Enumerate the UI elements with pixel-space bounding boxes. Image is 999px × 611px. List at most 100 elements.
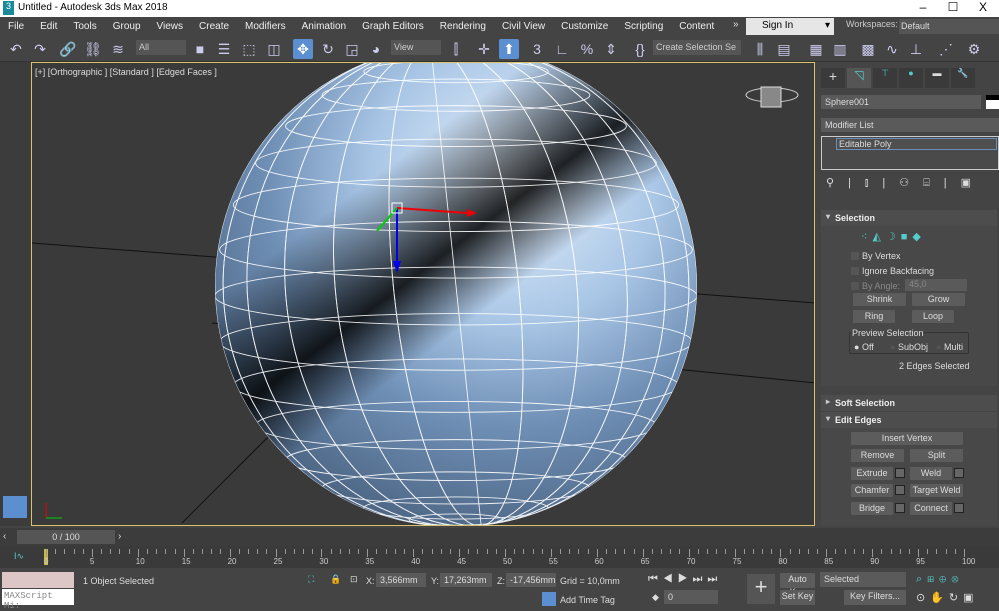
bridge-button[interactable]: Bridge: [851, 502, 893, 515]
select-manipulate-icon[interactable]: ✛: [474, 39, 494, 59]
select-move-icon[interactable]: ✥: [293, 39, 313, 59]
render-setup-icon[interactable]: ⚙: [964, 39, 984, 59]
display-tab-icon[interactable]: ▬: [925, 68, 949, 88]
connect-settings-button[interactable]: [954, 503, 964, 513]
mirror-icon[interactable]: ⫼: [750, 39, 770, 59]
add-time-tag-button[interactable]: Add Time Tag: [560, 595, 615, 605]
preview-multi-radio[interactable]: ● Multi: [936, 342, 963, 352]
menu-more[interactable]: »: [733, 19, 739, 30]
x-coordinate-field[interactable]: 3,566mm: [376, 573, 426, 587]
menu-edit[interactable]: Edit: [32, 21, 65, 32]
select-object-icon[interactable]: ■: [190, 39, 210, 59]
viewport-label[interactable]: [+] [Orthographic ] [Standard ] [Edged F…: [35, 67, 217, 77]
edit-named-selection-icon[interactable]: {}: [630, 39, 650, 59]
menu-customize[interactable]: Customize: [553, 21, 616, 32]
menu-file[interactable]: File: [0, 21, 32, 32]
rect-selection-icon[interactable]: ⬚: [239, 39, 259, 59]
target-weld-button[interactable]: Target Weld: [910, 484, 963, 497]
soft-selection-rollout-header[interactable]: Soft Selection: [821, 395, 997, 411]
workspaces-dropdown[interactable]: Default: [899, 19, 999, 34]
keyboard-shortcut-override-icon[interactable]: ⬆: [499, 39, 519, 59]
named-selection-dropdown[interactable]: Create Selection Se: [653, 40, 741, 55]
modify-tab-icon[interactable]: ◹: [847, 68, 871, 88]
select-scale-icon[interactable]: ◲: [342, 39, 362, 59]
selection-rollout-header[interactable]: Selection: [821, 210, 997, 226]
menu-scripting[interactable]: Scripting: [616, 21, 671, 32]
sign-in-button[interactable]: Sign In ▾: [746, 18, 834, 35]
dope-sheet-icon[interactable]: ⊥: [906, 39, 926, 59]
maxscript-listener[interactable]: [2, 572, 74, 588]
place-icon[interactable]: ◕: [366, 39, 386, 59]
window-crossing-icon[interactable]: ◫: [264, 39, 284, 59]
insert-vertex-button[interactable]: Insert Vertex: [851, 432, 963, 445]
time-slider[interactable]: 0 / 100: [17, 530, 115, 544]
hierarchy-tab-icon[interactable]: ⊤: [873, 68, 897, 88]
split-button[interactable]: Split: [910, 449, 963, 462]
unlink-icon[interactable]: ⛓: [83, 39, 103, 59]
close-button[interactable]: X: [968, 0, 998, 17]
next-frame-button[interactable]: ›: [118, 531, 121, 542]
bind-spacewarp-icon[interactable]: ≋: [108, 39, 128, 59]
subobject-level-icons[interactable]: ⁖◭☽■◆: [861, 230, 926, 243]
ring-button[interactable]: Ring: [853, 310, 895, 323]
selection-lock-icon[interactable]: 🔒: [330, 574, 341, 585]
extrude-button[interactable]: Extrude: [851, 467, 893, 480]
schematic-view-icon[interactable]: ⋰: [936, 39, 956, 59]
extrude-settings-button[interactable]: [895, 468, 905, 478]
stack-item-editable-poly[interactable]: Editable Poly: [836, 138, 997, 150]
maximize-button[interactable]: ☐: [938, 0, 968, 17]
viewport-navigation-controls-2[interactable]: ⊙✋↻▣: [916, 591, 979, 604]
toggle-ribbon-icon[interactable]: ▩: [858, 39, 878, 59]
stack-tools[interactable]: ⚲|⫾|⚇⌸|▣: [826, 176, 985, 190]
chamfer-button[interactable]: Chamfer: [851, 484, 893, 497]
reference-coord-dropdown[interactable]: View: [391, 40, 441, 55]
align-icon[interactable]: ▤: [774, 39, 794, 59]
ignore-backfacing-checkbox[interactable]: Ignore Backfacing: [851, 266, 934, 276]
bridge-settings-button[interactable]: [895, 503, 905, 513]
time-config-icon[interactable]: ◆: [652, 592, 659, 603]
y-coordinate-field[interactable]: 17,263mm: [440, 573, 492, 587]
menu-civil-view[interactable]: Civil View: [494, 21, 553, 32]
z-coordinate-field[interactable]: -17,456mm: [506, 573, 556, 587]
remove-button[interactable]: Remove: [851, 449, 904, 462]
playback-controls[interactable]: ⏮◀▶⏭⏭: [648, 573, 722, 586]
by-angle-spinner[interactable]: 45,0: [905, 279, 967, 291]
preview-subobj-radio[interactable]: ● SubObj: [890, 342, 928, 352]
link-icon[interactable]: 🔗: [58, 39, 78, 59]
selection-filter-dropdown[interactable]: All: [136, 40, 186, 55]
menu-animation[interactable]: Animation: [294, 21, 354, 32]
menu-tools[interactable]: Tools: [65, 21, 104, 32]
shrink-button[interactable]: Shrink: [853, 293, 906, 306]
object-color-swatch[interactable]: [986, 95, 999, 109]
menu-graph-editors[interactable]: Graph Editors: [354, 21, 432, 32]
key-mode-dropdown[interactable]: Selected: [820, 572, 906, 587]
weld-settings-button[interactable]: [954, 468, 964, 478]
grow-button[interactable]: Grow: [912, 293, 965, 306]
preview-off-radio[interactable]: ● Off: [854, 342, 874, 352]
motion-tab-icon[interactable]: ●: [899, 68, 923, 88]
set-key-large-button[interactable]: +: [747, 574, 775, 604]
menu-create[interactable]: Create: [191, 21, 237, 32]
edit-edges-rollout-header[interactable]: Edit Edges: [821, 412, 997, 428]
menu-rendering[interactable]: Rendering: [432, 21, 494, 32]
percent-snap-icon[interactable]: %: [577, 39, 597, 59]
viewport-layout-tab[interactable]: [3, 496, 27, 518]
absolute-mode-icon[interactable]: ⊡: [350, 574, 358, 585]
undo-icon[interactable]: ↶: [6, 39, 26, 59]
scene-explorer-icon[interactable]: ▦: [806, 39, 826, 59]
viewport-orthographic[interactable]: [+] [Orthographic ] [Standard ] [Edged F…: [31, 62, 815, 526]
auto-key-button[interactable]: Auto Key: [780, 573, 815, 597]
weld-button[interactable]: Weld: [910, 467, 952, 480]
by-vertex-checkbox[interactable]: By Vertex: [851, 251, 901, 261]
spinner-snap-icon[interactable]: ⇕: [601, 39, 621, 59]
snaps-toggle-icon[interactable]: 3: [527, 39, 547, 59]
redo-icon[interactable]: ↷: [30, 39, 50, 59]
angle-snap-icon[interactable]: ∟: [552, 39, 572, 59]
menu-views[interactable]: Views: [149, 21, 192, 32]
menu-modifiers[interactable]: Modifiers: [237, 21, 294, 32]
curve-editor-icon[interactable]: ∿: [882, 39, 902, 59]
create-tab-icon[interactable]: +: [821, 68, 845, 88]
menu-content[interactable]: Content: [671, 21, 722, 32]
time-tag-icon[interactable]: [542, 592, 556, 606]
pivot-center-icon[interactable]: ⫿: [446, 39, 466, 59]
